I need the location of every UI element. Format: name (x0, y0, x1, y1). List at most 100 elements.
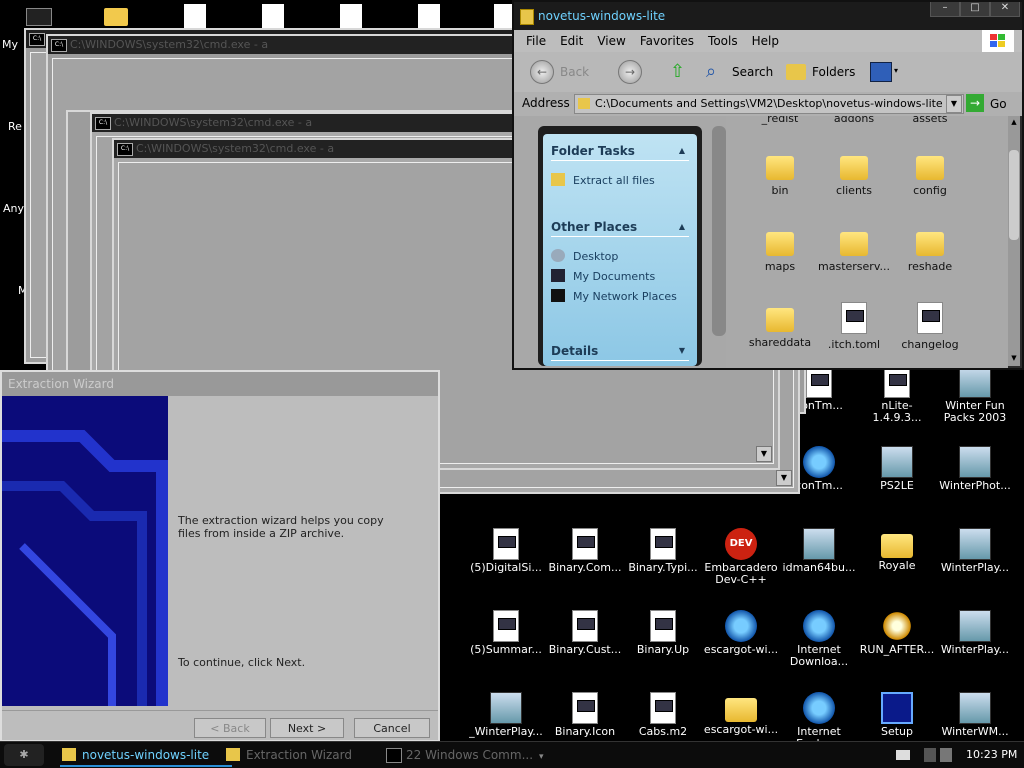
file-item[interactable]: shareddata (744, 302, 816, 349)
folder-tasks-header[interactable]: Folder Tasks ▲ (551, 144, 689, 161)
desktop-icon[interactable]: Binary.Com... (545, 528, 625, 574)
desktop-icon[interactable]: Internet Downloa... (779, 610, 859, 668)
address-dropdown-icon[interactable]: ▼ (946, 95, 962, 113)
file-item[interactable]: addons (818, 116, 890, 125)
scroll-thumb[interactable] (1009, 150, 1019, 240)
file-view-scrollbar[interactable]: ▲ ▼ (1008, 116, 1020, 366)
my-network-places-link[interactable]: My Network Places (551, 289, 677, 303)
expand-icon[interactable]: ▼ (679, 346, 685, 355)
desktop-icon[interactable]: Royale (857, 528, 937, 572)
search-icon[interactable]: ⌕ (706, 62, 726, 82)
scroll-down-arrow[interactable]: ▼ (1008, 354, 1020, 364)
go-arrow-icon[interactable]: → (966, 94, 984, 112)
menu-view[interactable]: View (590, 30, 632, 52)
file-item[interactable]: assets (894, 116, 966, 125)
scroll-down-arrow[interactable]: ▼ (756, 446, 772, 462)
desktop-icon[interactable]: WinterWM... (935, 692, 1015, 738)
desktop-link[interactable]: Desktop (551, 249, 618, 263)
desktop-label-re[interactable]: Re (8, 120, 22, 133)
go-button[interactable]: Go (990, 97, 1007, 111)
forward-arrow-icon[interactable]: → (618, 60, 642, 84)
clock[interactable]: 10:23 PM (966, 748, 1017, 761)
back-arrow-icon[interactable]: ← (530, 60, 554, 84)
keyboard-tray-icon[interactable] (896, 750, 910, 760)
views-icon[interactable] (870, 62, 892, 82)
other-places-header[interactable]: Other Places ▲ (551, 220, 689, 237)
views-dropdown-icon[interactable]: ▾ (894, 66, 898, 75)
explorer-window[interactable]: novetus-windows-lite – □ ✕ File Edit View F… (512, 0, 1024, 370)
folders-button[interactable]: Folders (812, 64, 855, 80)
my-documents-link[interactable]: My Documents (551, 269, 655, 283)
start-button[interactable]: ✱ (4, 744, 44, 766)
file-item[interactable]: masterserv... (818, 226, 890, 273)
file-item[interactable]: maps (744, 226, 816, 273)
desktop-icon[interactable]: Binary.Up (623, 610, 703, 656)
desktop-icon[interactable]: WinterPhot... (935, 446, 1015, 492)
extract-all-link[interactable]: Extract all files (551, 173, 655, 187)
file-item[interactable]: _redist (744, 116, 816, 125)
doc-icon (418, 4, 440, 28)
menu-favorites[interactable]: Favorites (633, 30, 701, 52)
desktop-icon[interactable]: WinterPlay... (935, 528, 1015, 574)
desktop-icon[interactable]: (5)DigitalSi... (466, 528, 546, 574)
group-dropdown-icon[interactable]: ▾ (539, 752, 544, 762)
desktop-icon[interactable]: Binary.Icon (545, 692, 625, 738)
address-input[interactable]: C:\Documents and Settings\VM2\Desktop\no… (574, 94, 964, 114)
task-extraction-wizard[interactable]: Extraction Wizard (224, 745, 396, 765)
task-pane-scrollbar[interactable] (712, 126, 726, 336)
maximize-button[interactable]: □ (960, 2, 990, 17)
desktop-icon[interactable]: Setup (857, 692, 937, 738)
collapse-icon[interactable]: ▲ (679, 146, 685, 155)
cancel-button[interactable]: Cancel (354, 718, 430, 738)
extraction-wizard-window[interactable]: Extraction Wizard The extraction wizard … (0, 370, 440, 742)
desktop-icon[interactable]: Binary.Typi... (623, 528, 703, 574)
search-button[interactable]: Search (732, 64, 773, 80)
scroll-down-arrow[interactable]: ▼ (776, 470, 792, 486)
up-folder-icon[interactable]: ⇧ (670, 62, 690, 82)
desktop-icon[interactable]: nLite-1.4.9.3... (857, 366, 937, 424)
desktop-icon[interactable]: escargot-wi... (701, 692, 781, 736)
desktop-icon[interactable]: (5)Summar... (466, 610, 546, 656)
doc-icon (340, 4, 362, 28)
desktop-icon[interactable]: idman64bu... (779, 528, 859, 574)
doc-icon (494, 4, 512, 28)
desktop-icon[interactable]: Binary.Cust... (545, 610, 625, 656)
minimize-button[interactable]: – (930, 2, 960, 17)
menu-tools[interactable]: Tools (701, 30, 745, 52)
file-view[interactable]: _redist addons assets bin clients config maps m… (726, 116, 1008, 368)
details-header[interactable]: Details ▼ (551, 344, 689, 361)
back-button[interactable]: < Back (194, 718, 266, 738)
desktop-icon[interactable]: WinterPlay... (935, 610, 1015, 656)
next-button[interactable]: Next > (270, 718, 344, 738)
file-item[interactable]: clients (818, 150, 890, 197)
task-windows-command[interactable]: 22 Windows Comm... ▾ (384, 745, 556, 765)
file-item[interactable]: config (894, 150, 966, 197)
file-item[interactable]: .itch.toml (818, 302, 890, 351)
desktop-icon[interactable]: _WinterPlay... (466, 692, 546, 738)
wizard-titlebar[interactable]: Extraction Wizard (2, 372, 438, 396)
desktop-icon[interactable]: PS2LE (857, 446, 937, 492)
file-item[interactable]: reshade (894, 226, 966, 273)
file-item[interactable]: bin (744, 150, 816, 197)
desktop-label-any[interactable]: Any (3, 202, 24, 215)
desktop-icon[interactable]: DEV Embarcadero Dev-C++ (701, 528, 781, 586)
desktop-icon[interactable]: Cabs.m2 (623, 692, 703, 738)
menu-file[interactable]: File (514, 30, 553, 52)
desktop-icon[interactable]: escargot-wi... (701, 610, 781, 656)
back-label[interactable]: Back (560, 64, 589, 80)
menu-help[interactable]: Help (745, 30, 786, 52)
close-button[interactable]: ✕ (990, 2, 1020, 17)
explorer-titlebar[interactable]: novetus-windows-lite – □ ✕ (514, 2, 1022, 30)
cmd-titlebar[interactable]: C:\C:\WINDOWS\system32\cmd.exe - a (48, 36, 544, 54)
desktop-icon[interactable]: RUN_AFTER... (857, 610, 937, 656)
network-tray-icon[interactable] (940, 748, 952, 762)
task-explorer[interactable]: novetus-windows-lite (60, 745, 232, 767)
speaker-tray-icon[interactable] (924, 748, 936, 762)
menu-edit[interactable]: Edit (553, 30, 590, 52)
desktop-icon[interactable]: Winter Fun Packs 2003 (935, 366, 1015, 424)
desktop-label-my[interactable]: My (2, 38, 18, 51)
file-item[interactable]: changelog (894, 302, 966, 351)
scroll-up-arrow[interactable]: ▲ (1008, 118, 1020, 128)
folders-icon[interactable] (786, 64, 806, 80)
collapse-icon[interactable]: ▲ (679, 222, 685, 231)
